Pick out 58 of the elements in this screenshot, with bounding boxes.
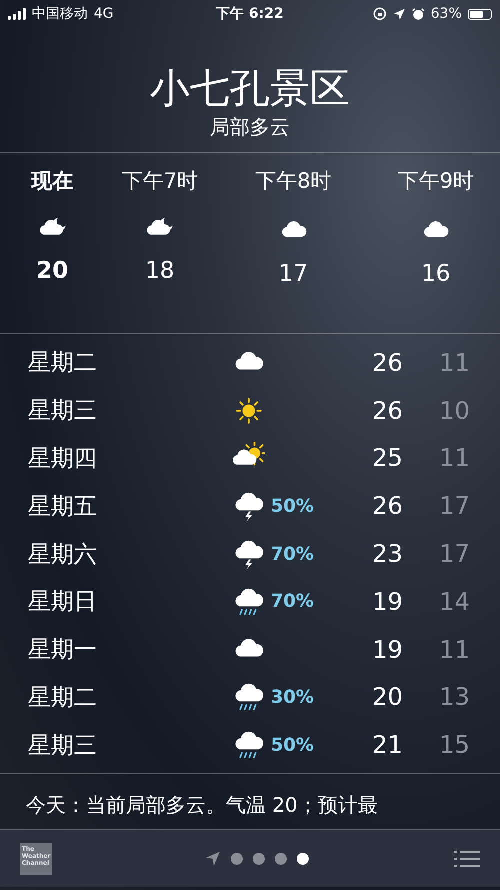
hour-temperature: 17 [278,261,308,287]
high-temperature: 23 [371,540,403,568]
page-dot[interactable] [297,852,309,865]
hour-label: 下午9时 [398,168,474,195]
alarm-clock-icon [412,8,425,20]
weekday-label: 星期六 [28,540,98,570]
weather-condition: 局部多云 [209,114,291,141]
precipitation-chance: 50% [271,496,314,517]
low-temperature: 11 [438,348,470,377]
weekday-label: 星期三 [28,732,98,761]
page-dot[interactable] [253,852,265,865]
precipitation-chance: 30% [271,686,314,708]
page-dot[interactable] [275,852,287,865]
low-temperature: 17 [438,492,470,520]
hour-temperature: 16 [421,261,451,287]
high-temperature: 20 [371,683,403,712]
high-temperature: 19 [371,588,403,616]
high-temperature: 26 [371,492,403,520]
high-temperature: 26 [371,348,403,377]
precipitation-chance: 70% [271,544,314,565]
weekday-label: 星期日 [28,588,98,618]
hour-label: 现在 [32,168,74,195]
low-temperature: 17 [438,540,470,568]
high-temperature: 26 [371,396,403,425]
clock-time: 下午 6:22 [216,5,284,23]
location-arrow-icon [392,8,406,20]
precipitation-chance: 50% [271,734,314,756]
high-temperature: 19 [371,636,403,664]
low-temperature: 14 [438,588,470,616]
weekday-label: 星期三 [28,397,98,426]
signal-icon [8,8,26,20]
forecast-summary: 今天：当前局部多云。气温 20；预计最 [26,793,378,818]
network-type: 4G [94,6,114,22]
hour-label: 下午7时 [122,168,198,195]
weekday-label: 星期五 [28,492,98,522]
hour-label: 下午8时 [255,168,332,195]
carrier-name: 中国移动 [32,5,88,23]
weekday-label: 星期二 [28,349,98,378]
weekday-label: 星期四 [28,444,98,474]
page-dot[interactable] [231,852,243,865]
weekday-label: 星期二 [28,684,98,713]
location-arrow-icon[interactable] [205,850,221,867]
hour-temperature: 20 [36,258,68,284]
high-temperature: 25 [371,444,403,472]
hour-temperature: 18 [145,258,175,284]
low-temperature: 10 [438,396,470,425]
high-temperature: 21 [371,731,403,760]
weekday-label: 星期一 [28,636,98,666]
low-temperature: 15 [438,731,470,760]
battery-percent: 63% [430,6,462,22]
precipitation-chance: 70% [271,591,314,612]
low-temperature: 13 [438,683,470,712]
list-icon[interactable] [454,848,480,869]
battery-icon [468,8,492,20]
low-temperature: 11 [438,636,470,664]
rotation-lock-icon [372,7,387,21]
low-temperature: 11 [438,444,470,472]
location-name: 小七孔景区 [149,66,351,112]
